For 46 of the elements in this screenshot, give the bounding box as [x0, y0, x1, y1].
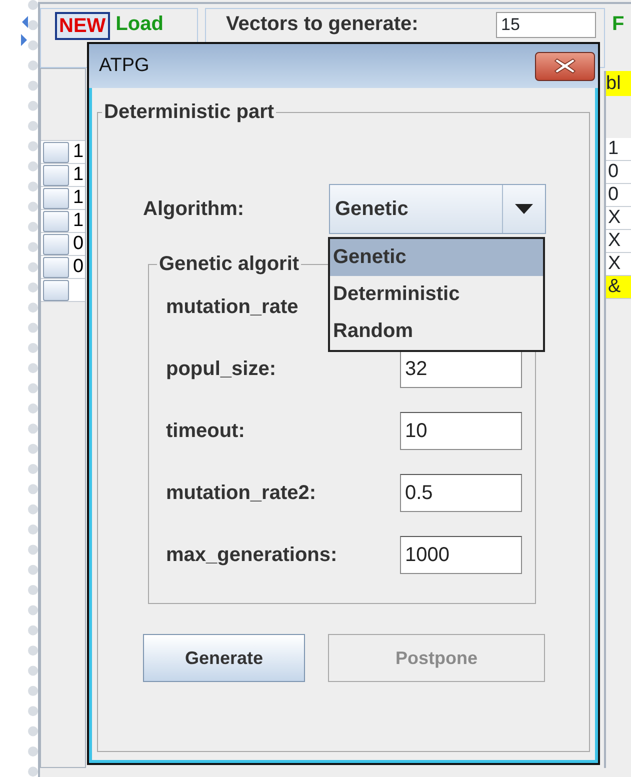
new-button[interactable]: NEW [55, 12, 110, 40]
generate-button[interactable]: Generate [143, 634, 305, 682]
field-label: max_generations: [166, 543, 338, 568]
table-cell: X [606, 230, 631, 253]
algorithm-dropdown[interactable]: Genetic [329, 184, 546, 234]
dropdown-option[interactable]: Random [330, 313, 543, 350]
algorithm-label: Algorithm: [143, 197, 246, 222]
column-label: F [612, 12, 624, 37]
dropdown-option[interactable]: Genetic [330, 239, 543, 276]
table-cell-text: 1 [72, 141, 84, 163]
group-title: Deterministic part [103, 100, 276, 124]
table-cell-text: 1 [72, 187, 84, 209]
field-label: popul_size: [166, 357, 278, 382]
table-cell-text: 0 [72, 256, 84, 278]
input-field[interactable]: 0.5 [400, 474, 522, 512]
row-button[interactable] [43, 142, 69, 163]
table-cell: 0 [606, 184, 631, 207]
table-cell: X [606, 207, 631, 230]
caret-icon [515, 204, 533, 214]
table-cell: & [606, 276, 631, 299]
row-button[interactable] [43, 234, 69, 255]
input-field[interactable]: 10 [400, 412, 522, 450]
row-button[interactable] [43, 211, 69, 232]
row-button[interactable] [43, 257, 69, 278]
dialog-title: ATPG [99, 54, 150, 78]
table-cell-text: 1 [72, 210, 84, 232]
vectors-field[interactable]: 15 [496, 12, 596, 38]
table-cell-text: 0 [72, 233, 84, 255]
table-cell: X [606, 253, 631, 276]
row-button[interactable] [43, 188, 69, 209]
table-cell: 0 [606, 161, 631, 184]
input-field[interactable]: 1000 [400, 536, 522, 574]
close-button[interactable] [535, 52, 595, 80]
header-cell: bl [606, 71, 631, 96]
vectors-label: Vectors to generate: [226, 12, 418, 36]
table-cell: 1 [606, 138, 631, 161]
close-icon [554, 58, 576, 74]
field-label: mutation_rate2: [166, 481, 318, 506]
field-label: timeout: [166, 419, 246, 444]
dropdown-option[interactable]: Deterministic [330, 276, 543, 313]
input-field[interactable]: 32 [400, 350, 522, 388]
table-cell-text: 1 [72, 164, 84, 186]
group-title: Genetic algorit [158, 252, 300, 276]
arrow-icon [20, 16, 28, 46]
row-button[interactable] [43, 280, 69, 301]
row-button[interactable] [43, 165, 69, 186]
